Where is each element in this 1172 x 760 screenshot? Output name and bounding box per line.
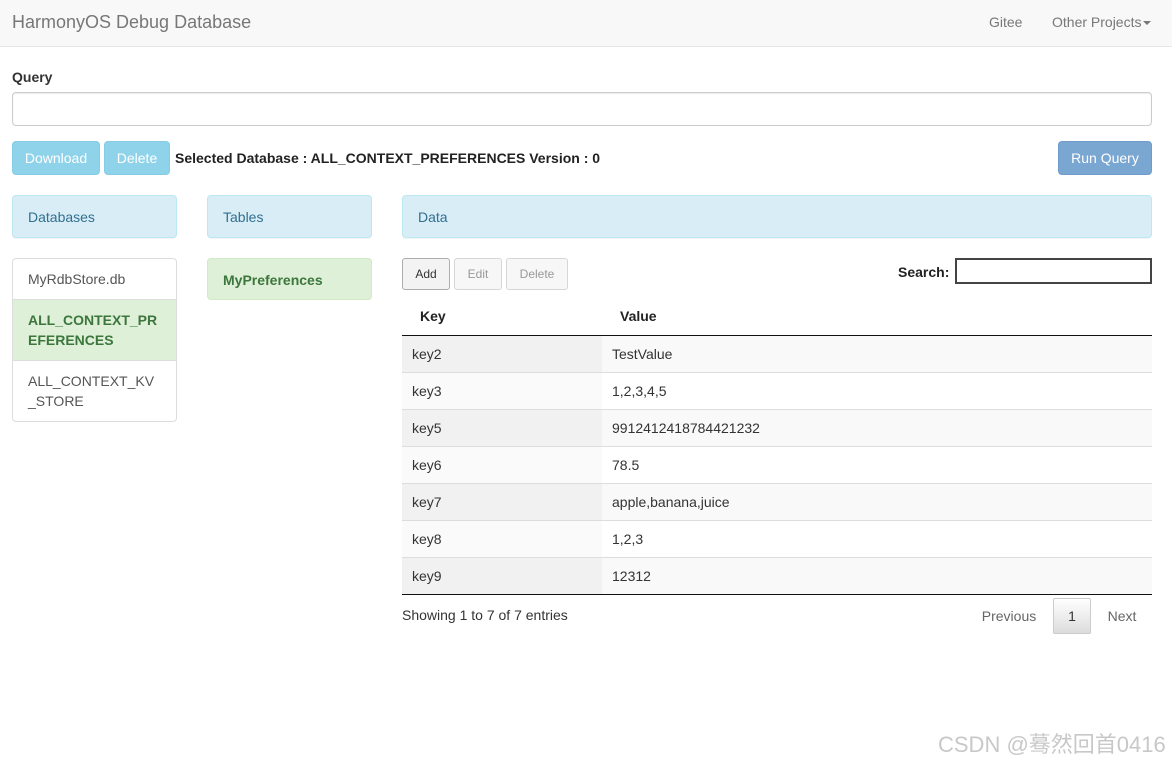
table-row[interactable]: key5 9912412418784421232 <box>402 408 1152 446</box>
nav-dropdown-label: Other Projects <box>1052 14 1142 30</box>
delete-database-button[interactable]: Delete <box>104 141 170 175</box>
table-row[interactable]: key3 1,2,3,4,5 <box>402 371 1152 409</box>
table-header-row: Key Value <box>402 297 1152 336</box>
search-input[interactable] <box>955 258 1152 284</box>
table-row[interactable]: key6 78.5 <box>402 445 1152 483</box>
download-button[interactable]: Download <box>12 141 100 175</box>
pagination-page-1[interactable]: 1 <box>1053 598 1091 634</box>
table-item-active[interactable]: MyPreferences <box>207 258 372 300</box>
database-item-active[interactable]: ALL_CONTEXT_PREFERENCES <box>13 299 176 360</box>
cell-value: apple,banana,juice <box>602 482 1152 520</box>
table-row[interactable]: key7 apple,banana,juice <box>402 482 1152 520</box>
table-info-text: Showing 1 to 7 of 7 entries <box>402 607 568 623</box>
cell-key: key5 <box>402 408 602 446</box>
cell-value: 78.5 <box>602 445 1152 483</box>
database-item[interactable]: ALL_CONTEXT_KV_STORE <box>13 360 176 421</box>
watermark: CSDN @蓦然回首0416 <box>938 732 1166 757</box>
selected-database-text: Selected Database : ALL_CONTEXT_PREFEREN… <box>175 150 601 166</box>
data-panel-heading: Data <box>402 195 1152 238</box>
add-row-button[interactable]: Add <box>402 258 450 290</box>
cell-value: 12312 <box>602 556 1152 595</box>
edit-row-button[interactable]: Edit <box>454 258 502 290</box>
navbar: HarmonyOS Debug Database Gitee Other Pro… <box>0 0 1172 47</box>
cell-value: 1,2,3,4,5 <box>602 371 1152 409</box>
caret-down-icon <box>1143 21 1152 26</box>
cell-key: key3 <box>402 371 602 409</box>
app-brand[interactable]: HarmonyOS Debug Database <box>12 12 251 33</box>
cell-value: 1,2,3 <box>602 519 1152 557</box>
query-label: Query <box>12 69 53 85</box>
cell-key: key6 <box>402 445 602 483</box>
table-row[interactable]: key9 12312 <box>402 556 1152 595</box>
query-input[interactable] <box>12 92 1152 126</box>
data-table: Key Value key2 TestValue key3 1,2,3,4,5 … <box>402 297 1152 595</box>
nav-dropdown-other-projects[interactable]: Other Projects <box>1052 14 1152 30</box>
nav-link-gitee[interactable]: Gitee <box>989 14 1022 30</box>
cell-key: key2 <box>402 334 602 372</box>
delete-row-button[interactable]: Delete <box>506 258 568 290</box>
cell-key: key7 <box>402 482 602 520</box>
run-query-button[interactable]: Run Query <box>1058 141 1152 175</box>
cell-key: key9 <box>402 556 602 595</box>
cell-key: key8 <box>402 519 602 557</box>
search-label: Search: <box>898 264 950 280</box>
table-row[interactable]: key2 TestValue <box>402 334 1152 372</box>
column-header-key[interactable]: Key <box>402 297 602 336</box>
cell-value: TestValue <box>602 334 1152 372</box>
tables-panel-heading: Tables <box>207 195 372 238</box>
cell-value: 9912412418784421232 <box>602 408 1152 446</box>
pagination-previous[interactable]: Previous <box>968 598 1050 634</box>
databases-panel-heading: Databases <box>12 195 177 238</box>
database-item[interactable]: MyRdbStore.db <box>13 259 176 299</box>
column-header-value[interactable]: Value <box>602 297 1152 336</box>
table-row[interactable]: key8 1,2,3 <box>402 519 1152 557</box>
pagination-next[interactable]: Next <box>1096 598 1148 634</box>
database-list: MyRdbStore.db ALL_CONTEXT_PREFERENCES AL… <box>12 258 177 422</box>
